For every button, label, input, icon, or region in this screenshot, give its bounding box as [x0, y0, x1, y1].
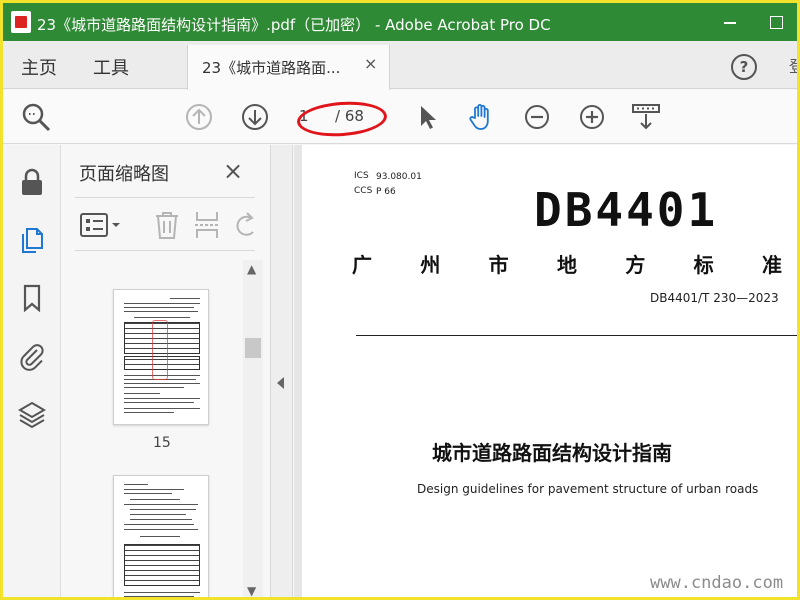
standard-number: DB4401/T 230—2023 [650, 291, 779, 305]
acrobat-window: 23《城市道路路面结构设计指南》.pdf（已加密） - Adobe Acroba… [0, 0, 800, 600]
options-menu-icon[interactable] [79, 211, 125, 239]
delete-icon[interactable] [153, 210, 181, 240]
scroll-up-icon[interactable]: ▲ [247, 262, 256, 276]
title-bar: 23《城市道路路面结构设计指南》.pdf（已加密） - Adobe Acroba… [3, 3, 797, 41]
ics-label: ICS [354, 171, 369, 181]
pdf-page: ICS 93.080.01 CCS P 66 DB4401 广 州 市 地 方 … [302, 145, 797, 597]
left-rail [3, 145, 61, 597]
tab-close-icon[interactable]: × [364, 54, 377, 73]
watermark: www.cndao.com [650, 573, 784, 593]
acrobat-logo-icon [11, 11, 31, 33]
ccs-value: P 66 [376, 187, 396, 197]
standard-type-char: 市 [488, 253, 509, 277]
standard-type-char: 广 [352, 253, 372, 277]
hand-tool-icon[interactable] [466, 102, 496, 132]
standard-type-char: 地 [556, 253, 577, 277]
tab-document-label: 23《城市道路路面... [202, 59, 341, 77]
tab-document[interactable]: 23《城市道路路面... × [187, 45, 390, 90]
lock-icon[interactable] [17, 167, 47, 197]
rotate-icon[interactable] [233, 210, 255, 240]
standard-code: DB4401 [534, 183, 719, 237]
scrollbar-thumb[interactable] [245, 338, 261, 358]
ccs-label: CCS [354, 186, 373, 196]
standard-type-char: 标 [693, 253, 714, 277]
thumbnails-panel: 页面缩略图 × 15 ▲ ▼ [61, 145, 271, 597]
standard-type-char: 州 [420, 253, 441, 277]
search-zoom-icon[interactable] [21, 102, 51, 132]
panel-close-icon[interactable]: × [223, 157, 243, 185]
zoom-in-icon[interactable] [577, 102, 607, 132]
thumbnail-page-label: 15 [153, 435, 171, 451]
select-cursor-icon[interactable] [413, 102, 443, 132]
standard-type: 广 州 市 地 方 标 准 [352, 249, 782, 278]
panel-title: 页面缩略图 [79, 164, 169, 185]
page-up-icon[interactable] [184, 102, 214, 132]
standard-type-char: 准 [761, 253, 782, 277]
bookmark-icon[interactable] [17, 283, 47, 313]
ics-value: 93.080.01 [376, 172, 422, 182]
maximize-icon[interactable] [765, 12, 787, 32]
menu-home[interactable]: 主页 [21, 54, 57, 80]
window-title: 23《城市道路路面结构设计指南》.pdf（已加密） - Adobe Acroba… [37, 16, 551, 34]
collapse-arrow-icon[interactable] [277, 377, 284, 389]
document-title-en: Design guidelines for pavement structure… [417, 482, 759, 496]
help-icon[interactable]: ? [731, 54, 757, 80]
overflow-icon[interactable]: 登 [789, 53, 797, 77]
scroll-mode-icon[interactable] [631, 102, 661, 132]
minimize-icon[interactable] [719, 12, 741, 32]
standard-type-char: 方 [625, 253, 646, 277]
split-page-icon[interactable] [193, 210, 221, 240]
thumbnail-scrollbar[interactable]: ▲ ▼ [243, 260, 263, 597]
thumbnail-page[interactable] [113, 289, 209, 425]
document-view[interactable]: ICS 93.080.01 CCS P 66 DB4401 广 州 市 地 方 … [294, 145, 797, 597]
scroll-down-icon[interactable]: ▼ [247, 584, 256, 597]
pages-icon[interactable] [17, 225, 47, 255]
zoom-out-icon[interactable] [522, 102, 552, 132]
thumbnail-page[interactable] [113, 475, 209, 597]
menu-tools[interactable]: 工具 [93, 54, 129, 80]
tab-bar: 主页 工具 23《城市道路路面... × ? 登 [3, 41, 797, 90]
panel-collapse-handle[interactable] [271, 145, 293, 597]
page-down-icon[interactable] [240, 102, 270, 132]
document-title-zh: 城市道路路面结构设计指南 [432, 441, 672, 465]
layers-icon[interactable] [17, 399, 47, 429]
divider [356, 335, 797, 336]
attachment-icon[interactable] [17, 341, 47, 371]
toolbar: 1 / 68 [3, 90, 797, 144]
thumbnail-tools [75, 197, 255, 251]
